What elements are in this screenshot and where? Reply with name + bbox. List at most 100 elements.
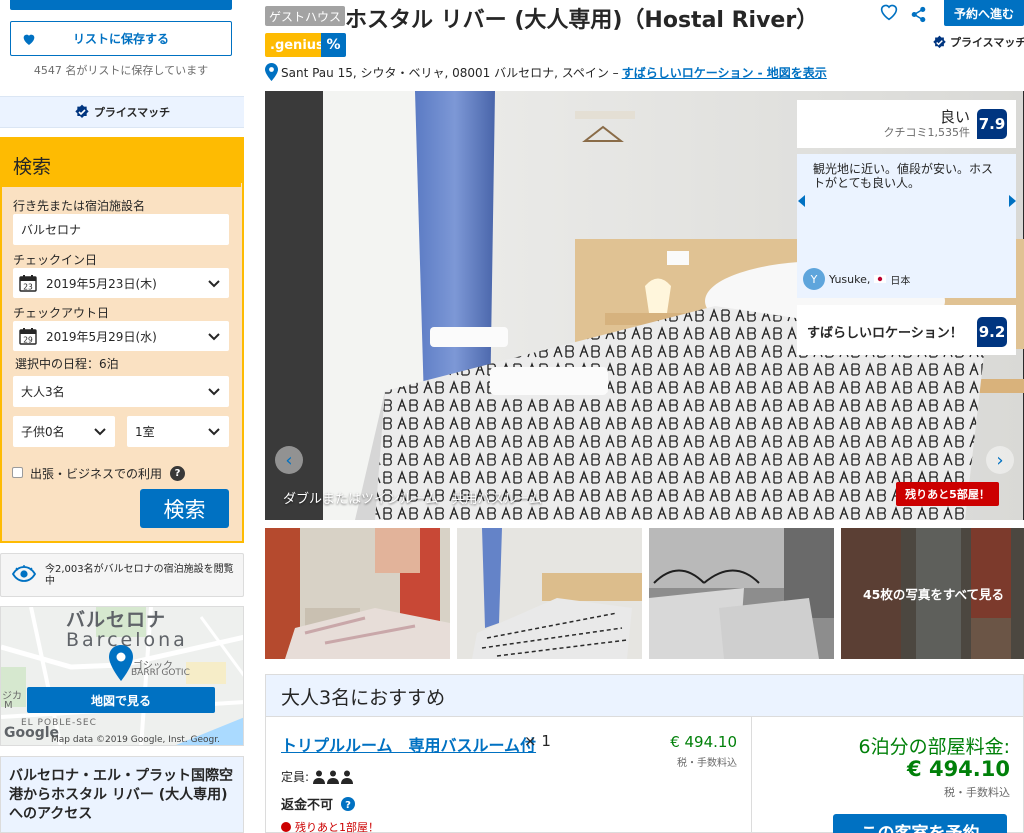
map-thumbnail[interactable]: バルセロナ Barcelona ゴシック BARRI GOTIC ジカ M EL… — [0, 606, 244, 746]
reserve-button[interactable]: 予約へ進む — [944, 0, 1024, 26]
chevron-down-icon — [208, 428, 220, 436]
thumbnail-image — [457, 528, 642, 659]
children-value: 子供0名 — [21, 425, 65, 439]
eye-icon — [12, 565, 36, 582]
map-district-en: BARRI GOTIC — [131, 668, 190, 678]
price-match-badge-icon — [75, 104, 89, 118]
heart-filled-icon — [23, 34, 35, 45]
reviewer-avatar: Y — [803, 268, 825, 290]
viewers-notice: 今2,003名がバルセロナの宿泊施設を閲覧中 — [0, 553, 244, 597]
adults-select[interactable]: 大人3名 — [13, 376, 229, 407]
photo-caption: ダブルまたはツインルーム 共用バスルーム — [283, 492, 543, 507]
save-to-list-label: リストに保存する — [72, 32, 169, 46]
reviewer-country: 日本 — [890, 275, 911, 287]
photo-prev-button[interactable]: ‹ — [275, 446, 303, 474]
rooms-value: 1室 — [135, 425, 155, 439]
destination-input[interactable]: バルセロナ — [13, 214, 229, 245]
share-icon[interactable] — [910, 6, 927, 23]
last-room-row: 残りあと1部屋！ — [281, 819, 379, 833]
alert-dot-icon — [281, 822, 291, 832]
genius-discount-badge: % — [321, 33, 346, 57]
room-tax-note: 税・手数料込 — [677, 758, 737, 769]
calendar-icon: 29 — [19, 328, 37, 345]
viewers-text: 今2,003名がバルセロナの宿泊施設を閲覧中 — [45, 564, 234, 587]
thumbnail-image — [649, 528, 834, 659]
view-map-button[interactable]: 地図で見る — [27, 687, 215, 713]
question-glyph: ? — [345, 800, 351, 811]
top-reserve-button-fragment[interactable] — [10, 0, 232, 10]
nights-text: 選択中の日程：6泊 — [15, 357, 119, 371]
rooms-select[interactable]: 1室 — [127, 416, 229, 447]
price-match-header[interactable]: プライスマッチ — [932, 34, 1024, 50]
last-room-text: 残りあと1部屋！ — [295, 821, 379, 833]
room-name-link[interactable]: トリプルルーム 専用バスルーム付 — [281, 732, 536, 756]
review-prev-icon[interactable] — [798, 195, 806, 207]
business-trip-row: 出張・ビジネスでの利用 ? — [30, 465, 186, 482]
search-title: 検索 — [1, 139, 241, 187]
map-side-label-2: M — [4, 700, 13, 711]
hotel-title: ホスタル リバー (大人専用)（Hostal River） — [345, 8, 819, 33]
price-match-header-label: プライスマッチ — [950, 36, 1024, 49]
checkin-date-select[interactable]: 23 2019年5月23日(木) — [13, 268, 229, 298]
checkin-value: 2019年5月23日(木) — [46, 276, 157, 291]
children-select[interactable]: 子供0名 — [13, 416, 115, 447]
reviewer-name: Yusuke, — [829, 272, 871, 286]
nights-price-label: 6泊分の部屋料金: — [858, 736, 1011, 758]
genius-badge: .genius — [265, 33, 329, 57]
question-icon[interactable]: ? — [341, 796, 356, 811]
map-attribution: Map data ©2019 Google, Inst. Geogr. Naci… — [51, 735, 220, 745]
chevron-down-icon — [208, 388, 220, 396]
nonrefundable-label: 返金不可 — [281, 798, 334, 813]
chevron-down-icon — [208, 280, 220, 288]
photo-next-button[interactable]: › — [986, 446, 1014, 474]
recommend-heading: 大人3名におすすめ — [265, 674, 1024, 717]
checkout-calendar-day: 29 — [23, 336, 33, 345]
map-pin-icon — [109, 645, 133, 681]
review-quote-text: 観光地に近い。値段が安い。ホストがとても良い人。 — [813, 162, 994, 190]
book-this-room-button[interactable]: この客室を予約 — [833, 814, 1007, 833]
reviewer-row: Y Yusuke, 日本 — [803, 268, 910, 290]
location-score: 9.2 — [977, 317, 1007, 347]
rooms-left-badge: 残りあと5部屋！ — [896, 482, 999, 506]
total-price: € 494.10 — [907, 757, 1010, 781]
checkin-label: チェックイン日 — [13, 253, 98, 267]
destination-value: バルセロナ — [21, 223, 82, 237]
price-match-badge-icon — [933, 35, 946, 48]
location-pin-icon — [265, 63, 278, 81]
checkout-date-select[interactable]: 29 2019年5月29日(水) — [13, 321, 229, 351]
property-type-badge: ゲストハウス — [265, 6, 346, 26]
thumbnail-2[interactable] — [457, 528, 642, 659]
see-all-photos-link[interactable]: 45枚の写真をすべて見る — [841, 584, 1024, 603]
review-next-icon[interactable] — [1008, 195, 1016, 207]
thumbnail-1[interactable] — [265, 528, 450, 659]
calendar-icon: 23 — [19, 275, 37, 292]
review-count: クチコミ1,535件 — [883, 126, 971, 139]
chevron-down-icon — [94, 428, 106, 436]
adults-value: 大人3名 — [21, 385, 65, 399]
search-button[interactable]: 検索 — [140, 489, 229, 528]
nonrefundable-row: 返金不可 ? — [281, 794, 356, 813]
thumbnail-image — [265, 528, 450, 659]
person-icons — [313, 770, 354, 784]
location-score-label: すばらしいロケーション！ — [807, 326, 963, 341]
checkout-value: 2019年5月29日(水) — [46, 329, 157, 344]
price-match-label: プライスマッチ — [93, 106, 171, 119]
business-trip-checkbox[interactable] — [12, 467, 23, 478]
address-line: Sant Pau 15, シウタ・ベリャ, 08001 バルセロナ, スペイン … — [265, 63, 827, 81]
address-text: Sant Pau 15, シウタ・ベリャ, 08001 バルセロナ, スペイン … — [281, 65, 619, 80]
heart-outline-icon[interactable] — [879, 3, 899, 21]
location-map-link[interactable]: すばらしいロケーション - 地図を表示 — [622, 64, 827, 81]
save-to-list-button[interactable]: リストに保存する — [10, 21, 232, 56]
help-icon[interactable]: ? — [170, 466, 186, 481]
saved-count-text: 4547 名がリストに保存しています — [33, 64, 209, 77]
capacity-row: 定員: — [281, 768, 354, 785]
japan-flag-icon — [874, 275, 887, 283]
price-match-banner[interactable]: プライスマッチ — [0, 96, 244, 128]
destination-label: 行き先または宿泊施設名 — [13, 199, 146, 213]
capacity-label: 定員: — [281, 770, 310, 784]
thumbnail-4-see-all[interactable]: 45枚の写真をすべて見る — [841, 528, 1024, 659]
thumbnail-3[interactable] — [649, 528, 834, 659]
airport-access-link[interactable]: バルセロナ・エル・プラット国際空港からホスタル リバー (大人専用)へのアクセス — [0, 756, 244, 833]
room-price: € 494.10 — [670, 733, 737, 751]
checkout-label: チェックアウト日 — [13, 306, 110, 320]
